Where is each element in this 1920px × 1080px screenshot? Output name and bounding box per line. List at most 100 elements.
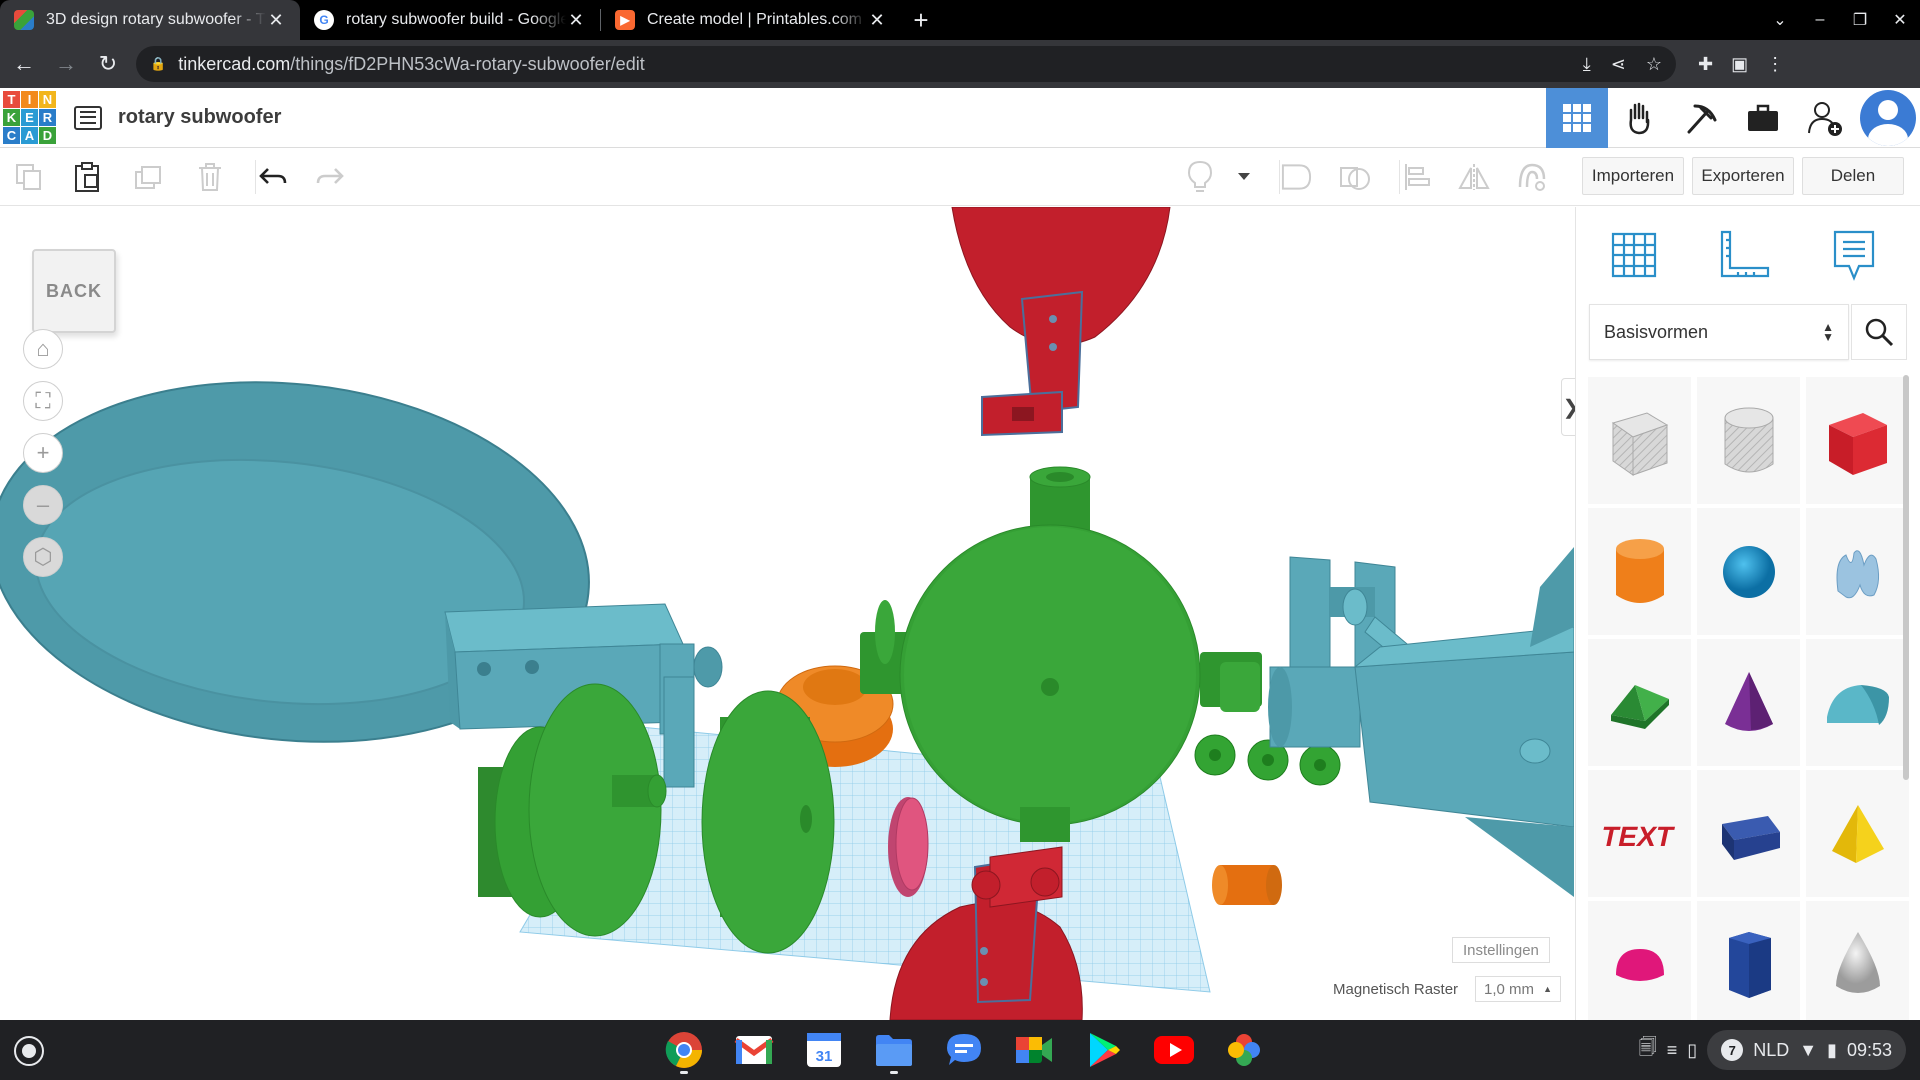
- shape-pyramid[interactable]: [1806, 770, 1909, 897]
- play-store-app-icon[interactable]: [1080, 1028, 1128, 1072]
- duplicate-icon[interactable]: [132, 160, 166, 194]
- perspective-toggle-icon[interactable]: ⬡: [23, 537, 63, 577]
- browser-tab-2[interactable]: G rotary subwoofer build - Google Zoeken…: [300, 0, 600, 40]
- import-button[interactable]: Importeren: [1582, 157, 1684, 195]
- close-tab-icon[interactable]: ✕: [266, 10, 286, 31]
- ruler-tab[interactable]: [1714, 225, 1774, 285]
- shape-round-roof[interactable]: [1806, 639, 1909, 766]
- new-tab-button[interactable]: +: [901, 0, 941, 40]
- shape-wedge[interactable]: [1697, 770, 1800, 897]
- copy-icon[interactable]: [12, 160, 46, 194]
- photos-app-icon[interactable]: [1220, 1028, 1268, 1072]
- cruise-icon[interactable]: [1515, 160, 1549, 194]
- forward-icon[interactable]: →: [48, 46, 84, 82]
- undo-icon[interactable]: [255, 160, 289, 194]
- close-window-icon[interactable]: ✕: [1880, 10, 1920, 30]
- user-avatar[interactable]: [1860, 90, 1916, 146]
- phone-hub-icon[interactable]: ▯: [1687, 1040, 1697, 1061]
- minimize-icon[interactable]: –: [1800, 11, 1840, 29]
- view-cube[interactable]: BACK: [32, 249, 116, 333]
- pink-disc[interactable]: [888, 797, 929, 897]
- workplane-viewport[interactable]: BACK ⌂ ⛶ + – ⬡ Instellingen Magnetisch R…: [0, 207, 1574, 1020]
- share-icon[interactable]: ⋖: [1611, 54, 1626, 75]
- shape-scribble[interactable]: [1806, 508, 1909, 635]
- 3d-design-view-button[interactable]: [1546, 88, 1608, 148]
- green-wheel-right[interactable]: [701, 690, 835, 954]
- shape-half-sphere[interactable]: [1588, 901, 1691, 1028]
- tab-search-icon[interactable]: ⌄: [1760, 10, 1800, 30]
- design-list-icon[interactable]: [74, 105, 102, 130]
- snap-grid-select[interactable]: 1,0 mm ▲: [1475, 976, 1561, 1002]
- shape-search-button[interactable]: [1851, 304, 1907, 360]
- address-bar[interactable]: 🔒 tinkercad.com/things/fD2PHN53cWa-rotar…: [136, 46, 1676, 82]
- calendar-app-icon[interactable]: 31: [800, 1028, 848, 1072]
- mirror-icon[interactable]: [1457, 160, 1491, 194]
- close-tab-icon[interactable]: ✕: [566, 10, 586, 31]
- browser-tab-3[interactable]: ▶ Create model | Printables.com ✕: [601, 0, 901, 40]
- chrome-app-icon[interactable]: [660, 1028, 708, 1074]
- shape-cone[interactable]: [1697, 639, 1800, 766]
- lock-icon[interactable]: 🔒: [150, 56, 166, 72]
- shape-paraboloid[interactable]: [1806, 901, 1909, 1028]
- shape-polygon[interactable]: [1697, 901, 1800, 1028]
- bookmark-star-icon[interactable]: ☆: [1646, 54, 1662, 75]
- shape-box[interactable]: [1806, 377, 1909, 504]
- bricks-view-button[interactable]: [1670, 88, 1732, 148]
- install-app-icon[interactable]: ⤓: [1583, 54, 1591, 75]
- zoom-in-icon[interactable]: +: [23, 433, 63, 473]
- gmail-app-icon[interactable]: [730, 1028, 778, 1072]
- shape-library-value: Basisvormen: [1604, 321, 1709, 342]
- shape-cylinder-hole[interactable]: [1697, 377, 1800, 504]
- home-view-icon[interactable]: ⌂: [23, 329, 63, 369]
- menu-kebab-icon[interactable]: ⋮: [1766, 54, 1784, 75]
- align-icon[interactable]: [1399, 160, 1433, 194]
- shape-text[interactable]: TEXT: [1588, 770, 1691, 897]
- meet-app-icon[interactable]: [1010, 1028, 1058, 1072]
- delete-icon[interactable]: [193, 160, 227, 194]
- files-app-icon[interactable]: [870, 1028, 918, 1074]
- redo-icon[interactable]: [313, 160, 347, 194]
- tab-title: Create model | Printables.com: [647, 11, 862, 28]
- back-icon[interactable]: ←: [6, 46, 42, 82]
- restore-icon[interactable]: ❐: [1840, 10, 1880, 30]
- launcher-icon[interactable]: [14, 1036, 44, 1066]
- blocks-view-button[interactable]: [1608, 88, 1670, 148]
- ungroup-icon[interactable]: [1338, 160, 1372, 194]
- workplane-tab[interactable]: [1604, 225, 1664, 285]
- quick-settings[interactable]: 7 NLD ▼ ▮ 09:53: [1707, 1030, 1906, 1070]
- youtube-app-icon[interactable]: [1150, 1028, 1198, 1072]
- media-controls-icon[interactable]: ≡: [1667, 1040, 1678, 1061]
- design-title[interactable]: rotary subwoofer: [118, 106, 281, 129]
- group-icon[interactable]: [1279, 160, 1313, 194]
- settings-button[interactable]: Instellingen: [1452, 937, 1550, 963]
- invite-user-button[interactable]: [1794, 88, 1856, 148]
- share-button[interactable]: Delen: [1802, 157, 1904, 195]
- orange-small-cylinder[interactable]: [1212, 865, 1282, 905]
- clipboard-history-icon[interactable]: 🗐: [1639, 1035, 1657, 1065]
- red-box-icon: [1828, 412, 1887, 475]
- shape-sphere[interactable]: [1697, 508, 1800, 635]
- reload-icon[interactable]: ↻: [90, 46, 126, 82]
- url-path: /things/fD2PHN53cWa-rotary-subwoofer/edi…: [290, 53, 645, 74]
- close-tab-icon[interactable]: ✕: [867, 10, 887, 31]
- lightbulb-icon[interactable]: [1183, 160, 1217, 194]
- zoom-out-icon[interactable]: –: [23, 485, 63, 525]
- notes-tab[interactable]: [1824, 225, 1884, 285]
- export-button[interactable]: Exporteren: [1692, 157, 1794, 195]
- red-balloon-top[interactable]: [951, 207, 1171, 437]
- shape-cylinder[interactable]: [1588, 508, 1691, 635]
- shape-library-select[interactable]: Basisvormen ▲ ▼: [1589, 304, 1849, 360]
- messages-app-icon[interactable]: [940, 1028, 988, 1072]
- shape-roof[interactable]: [1588, 639, 1691, 766]
- browser-tab-1[interactable]: 3D design rotary subwoofer - Tinkercad ✕: [0, 0, 300, 40]
- shape-box-hole[interactable]: [1588, 377, 1691, 504]
- panel-scrollbar[interactable]: [1903, 375, 1909, 780]
- 3d-scene[interactable]: [0, 207, 1574, 1020]
- tinkercad-logo[interactable]: T I N K E R C A D: [3, 91, 56, 144]
- fit-view-icon[interactable]: ⛶: [23, 381, 63, 421]
- lightbulb-dropdown-icon[interactable]: [1227, 160, 1261, 194]
- side-panel-icon[interactable]: ▣: [1731, 54, 1748, 75]
- projects-button[interactable]: [1732, 88, 1794, 148]
- extensions-icon[interactable]: ✚: [1698, 54, 1713, 75]
- paste-icon[interactable]: [70, 160, 104, 194]
